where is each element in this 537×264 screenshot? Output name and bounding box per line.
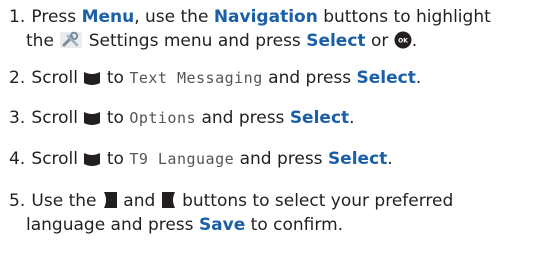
step-text: and press <box>201 108 285 128</box>
lcd-menu-text: T9 Language <box>129 150 235 168</box>
step-number: 5. <box>9 191 26 211</box>
step-number: 2. <box>9 68 26 88</box>
navigation-key-label: Navigation <box>213 7 318 27</box>
select-key-label: Select <box>306 31 366 51</box>
lcd-menu-text: Text Messaging <box>129 69 263 87</box>
step-text: and <box>123 191 156 211</box>
svg-text:OK: OK <box>398 38 408 45</box>
step-text: . <box>349 108 355 128</box>
step-text: to <box>106 149 124 169</box>
step-text: or <box>370 31 389 51</box>
step-5: 5. Use the and buttons to select your pr… <box>9 189 529 237</box>
step-text: to <box>106 108 124 128</box>
step-line: the Settings menu and press Select or OK… <box>9 29 529 53</box>
right-key-icon <box>161 191 177 209</box>
step-2: 2. Scroll to Text Messaging and press Se… <box>9 66 529 90</box>
settings-wrench-icon <box>59 31 83 49</box>
step-text: . <box>411 31 418 51</box>
select-key-label: Select <box>289 108 350 128</box>
step-text: Settings menu and press <box>88 31 301 51</box>
step-text: buttons to highlight <box>323 7 491 27</box>
step-text: the <box>26 31 54 51</box>
step-1: 1. Press Menu, use the Navigation button… <box>9 5 529 53</box>
step-number: 4. <box>9 149 26 169</box>
step-number: 1. <box>9 7 26 27</box>
step-text: Scroll <box>31 149 79 169</box>
step-number: 3. <box>9 108 26 128</box>
step-4: 4. Scroll to T9 Language and press Selec… <box>9 147 529 171</box>
select-key-label: Select <box>327 149 388 169</box>
scroll-down-key-icon <box>83 151 101 167</box>
scroll-down-key-icon <box>83 70 101 86</box>
step-text: Scroll <box>31 68 79 88</box>
step-text: Press <box>31 7 77 27</box>
step-3: 3. Scroll to Options and press Select. <box>9 106 529 130</box>
step-text: . <box>415 68 422 88</box>
step-text: and press <box>268 68 352 88</box>
ok-button-icon: OK <box>394 31 412 49</box>
step-line: language and press Save to confirm. <box>9 213 529 237</box>
step-text: to <box>106 68 124 88</box>
step-text: language and press <box>26 215 194 235</box>
step-text: Scroll <box>31 108 79 128</box>
step-text: . <box>387 149 393 169</box>
save-key-label: Save <box>198 215 246 235</box>
instruction-steps: 1. Press Menu, use the Navigation button… <box>0 0 537 264</box>
left-key-icon <box>102 191 118 209</box>
step-text: to confirm. <box>250 215 344 235</box>
step-text: and press <box>239 149 323 169</box>
step-text: buttons to select your preferred <box>182 191 454 211</box>
step-text: , use the <box>134 7 209 27</box>
step-text: Use the <box>31 191 97 211</box>
scroll-down-key-icon <box>83 110 101 126</box>
select-key-label: Select <box>356 68 416 88</box>
lcd-menu-text: Options <box>129 109 197 127</box>
menu-key-label: Menu <box>81 7 135 27</box>
